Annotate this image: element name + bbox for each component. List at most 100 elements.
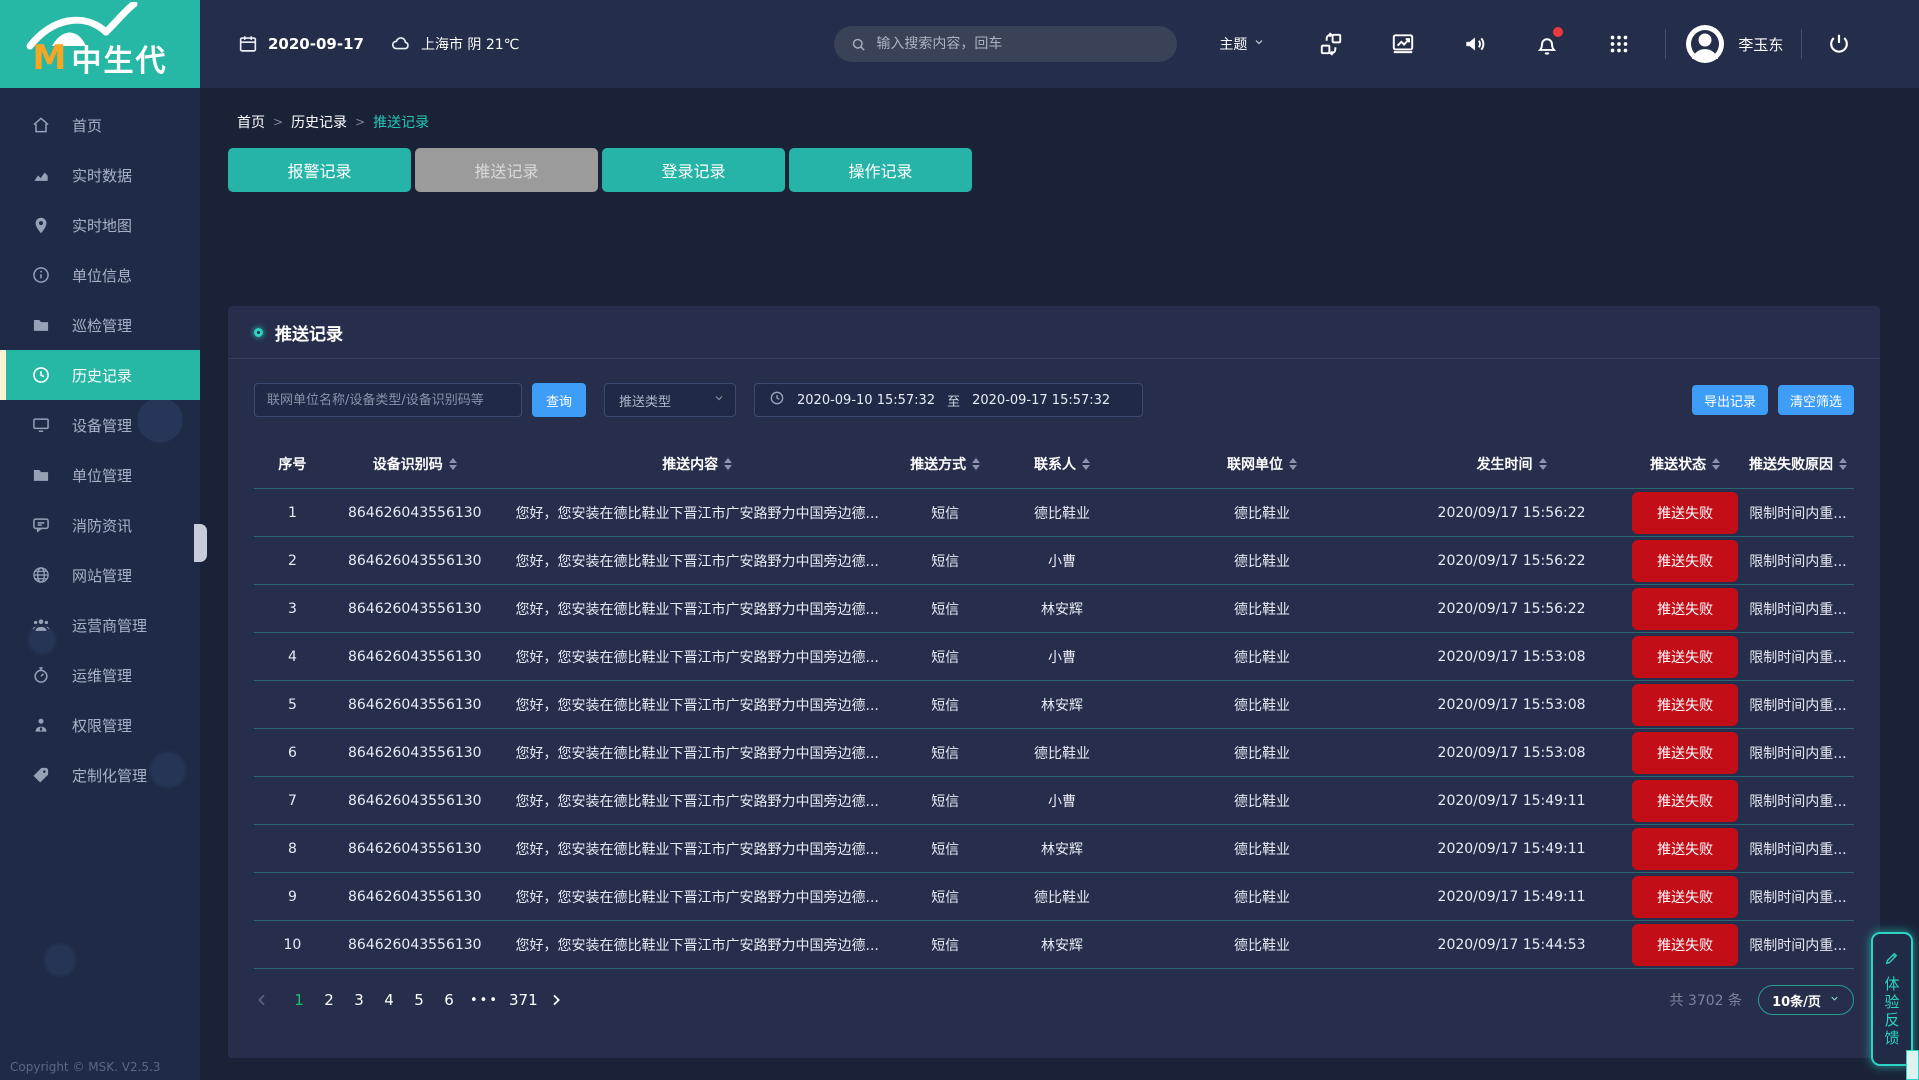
cell-reason: 限制时间内重... bbox=[1742, 887, 1854, 907]
feedback-button[interactable]: 体验反馈 bbox=[1871, 932, 1913, 1066]
sort-icon[interactable] bbox=[1839, 458, 1847, 470]
copyright-text: Copyright © MSK. V2.5.3 bbox=[10, 1060, 160, 1074]
tab-登录记录[interactable]: 登录记录 bbox=[602, 148, 785, 192]
search-input[interactable] bbox=[876, 36, 1161, 52]
tab-操作记录[interactable]: 操作记录 bbox=[789, 148, 972, 192]
sidebar-item-globe[interactable]: 网站管理 bbox=[0, 550, 200, 600]
dashboard-chart-icon[interactable] bbox=[1367, 31, 1439, 57]
tab-推送记录[interactable]: 推送记录 bbox=[415, 148, 598, 192]
table-row[interactable]: 8864626043556130您好，您安装在德比鞋业下晋江市广安路野力中国旁边… bbox=[254, 825, 1854, 873]
sidebar-item-map-pin[interactable]: 实时地图 bbox=[0, 200, 200, 250]
status-badge: 推送失败 bbox=[1632, 732, 1738, 774]
page-number-6[interactable]: 6 bbox=[434, 991, 464, 1009]
breadcrumb-item[interactable]: 推送记录 bbox=[373, 112, 429, 132]
sidebar-item-message[interactable]: 消防资讯 bbox=[0, 500, 200, 550]
pencil-icon bbox=[1884, 950, 1900, 970]
page-number-3[interactable]: 3 bbox=[344, 991, 374, 1009]
page-size-select[interactable]: 10条/页 bbox=[1758, 985, 1854, 1015]
cell-contact: 林安辉 bbox=[995, 935, 1129, 955]
table-row[interactable]: 2864626043556130您好，您安装在德比鞋业下晋江市广安路野力中国旁边… bbox=[254, 537, 1854, 585]
app-logo[interactable]: M 中生代 bbox=[0, 0, 200, 88]
total-count: 共 3702 条 bbox=[1669, 990, 1742, 1010]
tab-报警记录[interactable]: 报警记录 bbox=[228, 148, 411, 192]
cell-seq: 1 bbox=[254, 505, 331, 521]
sidebar-item-clock[interactable]: 历史记录 bbox=[0, 350, 200, 400]
table-row[interactable]: 1864626043556130您好，您安装在德比鞋业下晋江市广安路野力中国旁边… bbox=[254, 489, 1854, 537]
sidebar-item-folder[interactable]: 巡检管理 bbox=[0, 300, 200, 350]
page-number-4[interactable]: 4 bbox=[374, 991, 404, 1009]
next-page-icon[interactable] bbox=[548, 992, 564, 1008]
cell-seq: 2 bbox=[254, 553, 331, 569]
notification-bell-icon[interactable] bbox=[1511, 31, 1583, 57]
sort-icon[interactable] bbox=[972, 458, 980, 470]
user-menu[interactable]: 李玉东 bbox=[1684, 23, 1783, 65]
sort-icon[interactable] bbox=[1712, 458, 1720, 470]
query-button[interactable]: 查询 bbox=[532, 383, 586, 417]
home-icon bbox=[30, 114, 52, 136]
cell-unit: 德比鞋业 bbox=[1129, 839, 1395, 859]
filter-search-input[interactable] bbox=[254, 383, 522, 417]
chevron-down-icon bbox=[713, 392, 725, 408]
sidebar-item-timer[interactable]: 运维管理 bbox=[0, 650, 200, 700]
sidebar-item-label: 单位信息 bbox=[72, 265, 132, 286]
cell-reason: 限制时间内重... bbox=[1742, 647, 1854, 667]
table-row[interactable]: 10864626043556130您好，您安装在德比鞋业下晋江市广安路野力中国旁… bbox=[254, 921, 1854, 969]
sort-icon[interactable] bbox=[724, 458, 732, 470]
cell-device_id: 864626043556130 bbox=[331, 889, 499, 905]
timer-icon bbox=[30, 664, 52, 686]
sort-icon[interactable] bbox=[1289, 458, 1297, 470]
page-ellipsis[interactable]: ••• bbox=[464, 993, 505, 1008]
cell-method: 短信 bbox=[896, 839, 995, 859]
scroll-indicator[interactable] bbox=[1906, 1050, 1919, 1080]
cell-time: 2020/09/17 15:53:08 bbox=[1395, 649, 1629, 665]
sidebar-item-folder[interactable]: 单位管理 bbox=[0, 450, 200, 500]
breadcrumb-item[interactable]: 历史记录 bbox=[291, 112, 347, 132]
cell-method: 短信 bbox=[896, 791, 995, 811]
status-badge: 推送失败 bbox=[1632, 828, 1738, 870]
page-number-5[interactable]: 5 bbox=[404, 991, 434, 1009]
sidebar-item-label: 首页 bbox=[72, 115, 102, 136]
realtime-data-icon bbox=[30, 164, 52, 186]
table-row[interactable]: 3864626043556130您好，您安装在德比鞋业下晋江市广安路野力中国旁边… bbox=[254, 585, 1854, 633]
cell-device_id: 864626043556130 bbox=[331, 553, 499, 569]
sidebar-item-realtime-data[interactable]: 实时数据 bbox=[0, 150, 200, 200]
page-number-1[interactable]: 1 bbox=[284, 991, 314, 1009]
cell-seq: 7 bbox=[254, 793, 331, 809]
power-icon[interactable] bbox=[1812, 31, 1866, 57]
status-badge: 推送失败 bbox=[1632, 492, 1738, 534]
sidebar-item-home[interactable]: 首页 bbox=[0, 100, 200, 150]
table-row[interactable]: 7864626043556130您好，您安装在德比鞋业下晋江市广安路野力中国旁边… bbox=[254, 777, 1854, 825]
sort-icon[interactable] bbox=[1082, 458, 1090, 470]
table-row[interactable]: 6864626043556130您好，您安装在德比鞋业下晋江市广安路野力中国旁边… bbox=[254, 729, 1854, 777]
sidebar-item-users[interactable]: 运营商管理 bbox=[0, 600, 200, 650]
page-number-2[interactable]: 2 bbox=[314, 991, 344, 1009]
column-header-reason: 推送失败原因 bbox=[1742, 454, 1854, 474]
cell-contact: 德比鞋业 bbox=[995, 503, 1129, 523]
prev-page-icon[interactable] bbox=[254, 992, 270, 1008]
sidebar-item-monitor[interactable]: 设备管理 bbox=[0, 400, 200, 450]
column-header-method: 推送方式 bbox=[896, 454, 995, 474]
date-range-picker[interactable]: 2020-09-10 15:57:32 至 2020-09-17 15:57:3… bbox=[754, 383, 1143, 417]
table-row[interactable]: 5864626043556130您好，您安装在德比鞋业下晋江市广安路野力中国旁边… bbox=[254, 681, 1854, 729]
push-type-select[interactable]: 推送类型 bbox=[604, 383, 736, 417]
cell-content: 您好，您安装在德比鞋业下晋江市广安路野力中国旁边德... bbox=[499, 839, 896, 859]
cell-time: 2020/09/17 15:53:08 bbox=[1395, 745, 1629, 761]
cell-contact: 小曹 bbox=[995, 551, 1129, 571]
table-row[interactable]: 9864626043556130您好，您安装在德比鞋业下晋江市广安路野力中国旁边… bbox=[254, 873, 1854, 921]
sidebar-item-user-auth[interactable]: 权限管理 bbox=[0, 700, 200, 750]
sort-icon[interactable] bbox=[1539, 458, 1547, 470]
apps-grid-icon[interactable] bbox=[1583, 31, 1655, 57]
sidebar-item-info[interactable]: 单位信息 bbox=[0, 250, 200, 300]
sidebar-item-tag[interactable]: 定制化管理 bbox=[0, 750, 200, 800]
table-row[interactable]: 4864626043556130您好，您安装在德比鞋业下晋江市广安路野力中国旁边… bbox=[254, 633, 1854, 681]
sidebar-item-label: 历史记录 bbox=[72, 365, 132, 386]
breadcrumb-item[interactable]: 首页 bbox=[237, 112, 265, 132]
theme-dropdown[interactable]: 主题 bbox=[1219, 34, 1265, 54]
sort-icon[interactable] bbox=[449, 458, 457, 470]
clear-filters-button[interactable]: 清空筛选 bbox=[1778, 385, 1854, 415]
speaker-icon[interactable] bbox=[1439, 31, 1511, 57]
org-switch-icon[interactable] bbox=[1295, 31, 1367, 57]
export-records-button[interactable]: 导出记录 bbox=[1692, 385, 1768, 415]
page-number-371[interactable]: 371 bbox=[505, 991, 542, 1009]
sidebar-collapse-handle[interactable] bbox=[194, 524, 207, 562]
